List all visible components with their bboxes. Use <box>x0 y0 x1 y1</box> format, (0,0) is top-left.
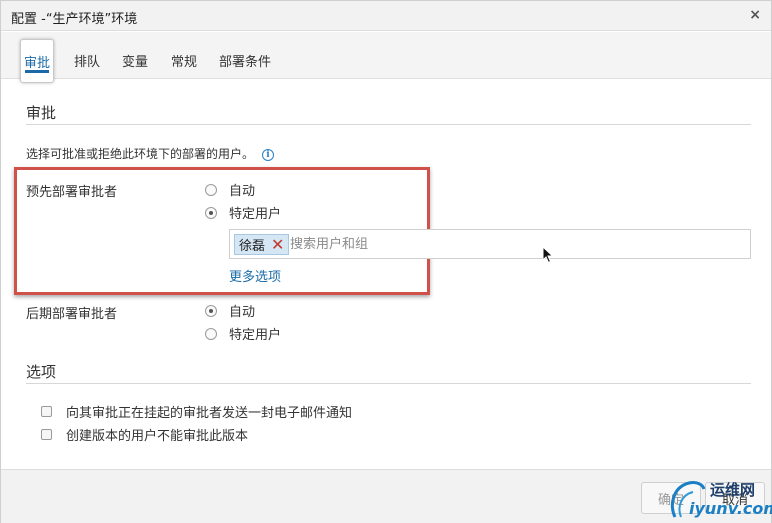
checkbox[interactable] <box>41 429 52 440</box>
user-picker[interactable]: 徐磊 ✕ <box>229 229 751 259</box>
watermark-logo: 运维网 iyunv.com <box>667 477 772 523</box>
tab-queue[interactable]: 排队 <box>74 51 100 70</box>
radio-button-checked[interactable] <box>205 304 217 317</box>
close-icon[interactable]: × <box>749 7 761 23</box>
checkbox-label: 向其审批正在挂起的审批者发送一封电子邮件通知 <box>66 406 353 421</box>
approvals-heading: 审批 <box>26 104 57 122</box>
radio-label: 自动 <box>229 305 256 320</box>
pre-deployment-automatic-radio[interactable]: 自动 <box>205 180 255 199</box>
post-deployment-automatic-radio[interactable]: 自动 <box>205 301 255 320</box>
active-tab-indicator <box>25 70 49 73</box>
divider <box>26 383 751 384</box>
post-deployment-approvers-label: 后期部署审批者 <box>26 307 118 322</box>
selected-user-name: 徐磊 <box>239 239 266 254</box>
tab-label: 审批 <box>23 55 50 71</box>
divider <box>26 124 751 125</box>
tab-general[interactable]: 常规 <box>171 51 197 70</box>
creator-cannot-approve-checkbox[interactable]: 创建版本的用户不能审批此版本 <box>41 425 248 444</box>
watermark-text-en: iyunv.com <box>689 499 772 518</box>
dialog-title: 配置 -“生产环境”环境 <box>11 12 138 27</box>
remove-icon[interactable]: ✕ <box>271 236 284 253</box>
radio-label: 特定用户 <box>229 207 282 222</box>
more-options-link[interactable]: 更多选项 <box>229 266 281 285</box>
tab-approvals[interactable]: 审批 <box>20 39 54 83</box>
post-deployment-specific-users-radio[interactable]: 特定用户 <box>205 324 281 343</box>
approvals-description: 选择可批准或拒绝此环境下的部署的用户。 i <box>26 145 275 162</box>
checkbox[interactable] <box>41 406 52 417</box>
dialog-footer: 确定 取消 <box>1 469 771 523</box>
radio-label: 自动 <box>229 184 256 199</box>
tab-variables[interactable]: 变量 <box>122 51 148 70</box>
radio-button[interactable] <box>205 327 217 340</box>
options-heading: 选项 <box>26 363 57 381</box>
dialog-titlebar: 配置 -“生产环境”环境 × <box>1 1 771 31</box>
tab-bar: 审批 排队 变量 常规 部署条件 <box>1 32 771 83</box>
info-icon[interactable]: i <box>262 148 275 161</box>
configure-environment-dialog: 配置 -“生产环境”环境 × 审批 排队 变量 常规 部署条件 审批 选择可批准… <box>0 0 772 523</box>
mouse-cursor-icon <box>542 246 554 264</box>
pre-deployment-specific-users-radio[interactable]: 特定用户 <box>205 203 281 222</box>
pre-deployment-approvers-label: 预先部署审批者 <box>26 185 118 200</box>
radio-label: 特定用户 <box>229 328 282 343</box>
radio-button-checked[interactable] <box>205 206 217 219</box>
email-notification-checkbox[interactable]: 向其审批正在挂起的审批者发送一封电子邮件通知 <box>41 402 352 421</box>
description-text: 选择可批准或拒绝此环境下的部署的用户。 <box>26 147 255 161</box>
checkbox-label: 创建版本的用户不能审批此版本 <box>66 429 249 444</box>
radio-button[interactable] <box>205 183 217 196</box>
watermark-text-cn: 运维网 <box>710 481 756 499</box>
user-search-input[interactable] <box>290 234 730 255</box>
selected-user-chip: 徐磊 ✕ <box>234 234 290 255</box>
tab-deployment-conditions[interactable]: 部署条件 <box>219 51 271 70</box>
